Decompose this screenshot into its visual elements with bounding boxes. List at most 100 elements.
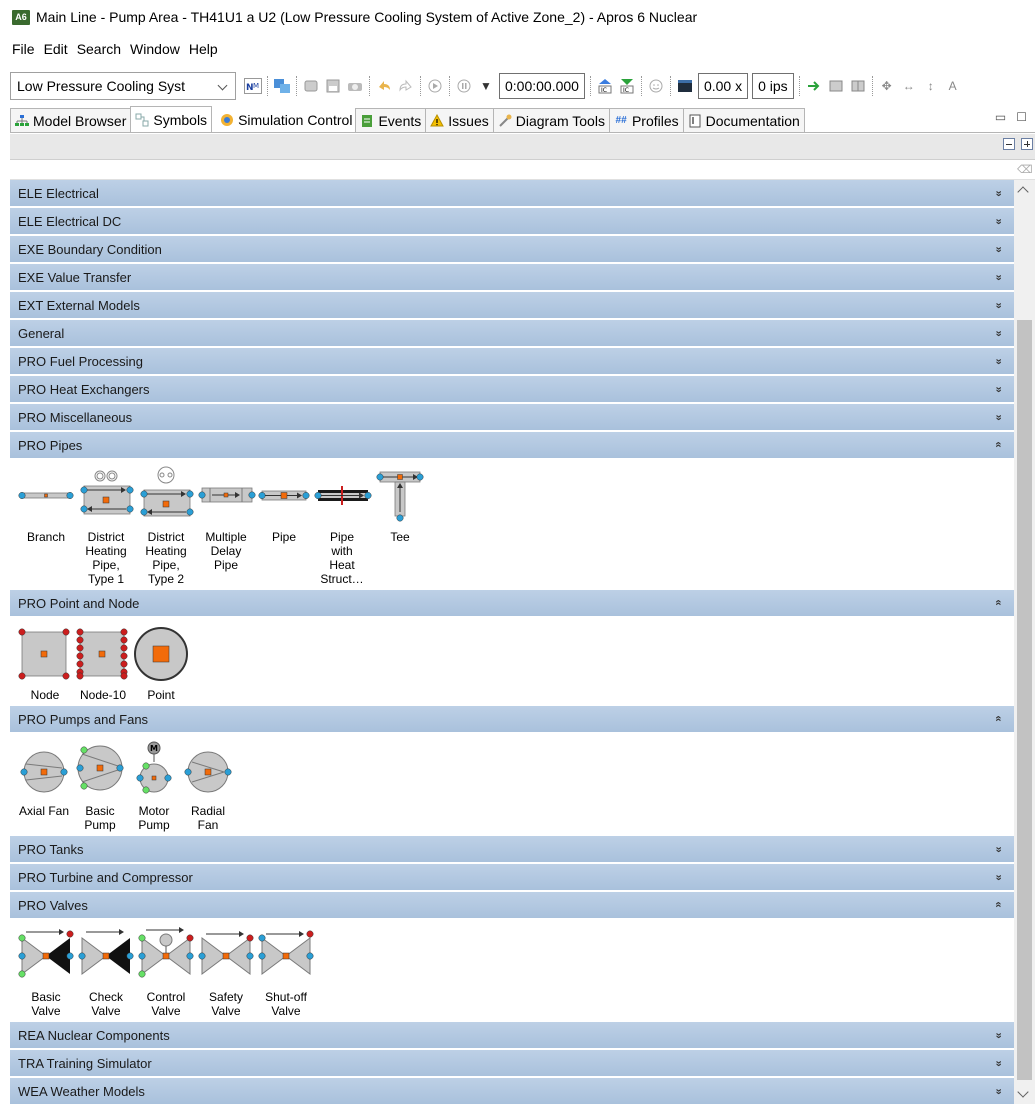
tab-diagram-tools[interactable]: Diagram Tools [492,108,610,132]
category-pro-pipes[interactable]: PRO Pipes [10,432,1014,458]
translate-icon[interactable] [273,77,291,95]
symbol-check-valve[interactable]: Check Valve [76,926,136,1018]
model-combo[interactable]: Low Pressure Cooling Syst [10,72,236,100]
tab-simulation-control[interactable]: Simulation Control [211,108,356,132]
expand-chevron-icon[interactable] [994,843,1004,855]
category-pro-point-and-node[interactable]: PRO Point and Node [10,590,1014,616]
tab-model-browser[interactable]: Model Browser [10,108,132,132]
tab-profiles[interactable]: ## Profiles [608,108,684,132]
maximize-icon[interactable]: ☐ [1016,110,1027,124]
tab-symbols[interactable]: Symbols [130,106,213,132]
symbol-filter-input[interactable]: ⌫ [10,160,1035,180]
export-icon[interactable] [805,77,823,95]
expand-all-icon[interactable] [1021,138,1033,150]
symbol-control-valve[interactable]: Control Valve [136,926,196,1018]
expand-chevron-icon[interactable] [994,327,1004,339]
menu-edit[interactable]: Edit [44,41,68,57]
category-pro-miscellaneous[interactable]: PRO Miscellaneous [10,404,1014,430]
collapse-all-icon[interactable] [1003,138,1015,150]
category-pro-heat-exchangers[interactable]: PRO Heat Exchangers [10,376,1014,402]
expand-chevron-icon[interactable] [994,411,1004,423]
symbol-pipe[interactable]: Pipe [256,466,312,544]
minimize-icon[interactable]: ▭ [995,110,1006,124]
symbol-node[interactable]: Node [16,624,74,702]
expand-chevron-icon[interactable] [994,1085,1004,1097]
expand-chevron-icon[interactable] [994,299,1004,311]
play-icon[interactable] [426,77,444,95]
expand-chevron-icon[interactable] [994,1029,1004,1041]
snapshot-icon[interactable] [346,77,364,95]
symbol-shut-off-valve[interactable]: Shut-off Valve [256,926,316,1018]
ic-load-icon[interactable]: IC [596,77,614,95]
text-icon[interactable]: A [944,77,962,95]
category-ele-electrical[interactable]: ELE Electrical [10,180,1014,206]
collapse-chevron-icon[interactable] [994,899,1004,911]
category-exe-boundary-condition[interactable]: EXE Boundary Condition [10,236,1014,262]
menu-file[interactable]: File [12,41,35,57]
expand-chevron-icon[interactable] [994,187,1004,199]
symbol-safety-valve[interactable]: Safety Valve [196,926,256,1018]
collapse-chevron-icon[interactable] [994,439,1004,451]
dropdown-arrow-icon[interactable]: ▼ [477,77,495,95]
expand-chevron-icon[interactable] [994,355,1004,367]
symbol-district-heating-pipe-type-1[interactable]: District Heating Pipe, Type 1 [76,466,136,586]
category-ext-external-models[interactable]: EXT External Models [10,292,1014,318]
expand-chevron-icon[interactable] [994,383,1004,395]
scroll-up-icon[interactable] [1017,186,1029,198]
undo-icon[interactable] [375,77,393,95]
category-wea-weather-models[interactable]: WEA Weather Models [10,1078,1014,1104]
category-pro-pumps-and-fans[interactable]: PRO Pumps and Fans [10,706,1014,732]
ic-save-icon[interactable]: IC [618,77,636,95]
symbol-district-heating-pipe-type-2[interactable]: District Heating Pipe, Type 2 [136,466,196,586]
category-pro-tanks[interactable]: PRO Tanks [10,836,1014,862]
new-model-icon[interactable]: NM [244,77,262,95]
expand-chevron-icon[interactable] [994,871,1004,883]
symbol-multiple-delay-pipe[interactable]: Multiple Delay Pipe [196,466,256,572]
symbol-pipe-with-heat-struct[interactable]: Pipe with Heat Struct… [312,466,372,586]
console-icon[interactable] [676,77,694,95]
symbol-branch[interactable]: Branch [16,466,76,544]
tab-issues[interactable]: Issues [425,108,494,132]
tab-documentation[interactable]: Documentation [682,108,805,132]
symbol-basic-pump[interactable]: Basic Pump [72,740,128,832]
symbol-basic-valve[interactable]: Basic Valve [16,926,76,1018]
category-general[interactable]: General [10,320,1014,346]
collapse-chevron-icon[interactable] [994,713,1004,725]
smiley-icon[interactable] [647,77,665,95]
menu-help[interactable]: Help [189,41,218,57]
category-pro-valves[interactable]: PRO Valves [10,892,1014,918]
vertical-resize-icon[interactable]: ↕ [922,77,940,95]
symbol-radial-fan[interactable]: Radial Fan [180,740,236,832]
expand-chevron-icon[interactable] [994,1057,1004,1069]
menu-window[interactable]: Window [130,41,180,57]
expand-chevron-icon[interactable] [994,271,1004,283]
expand-chevron-icon[interactable] [994,243,1004,255]
symbol-motor-pump[interactable]: M Motor Pump [128,740,180,832]
save-icon[interactable] [324,77,342,95]
scroll-thumb[interactable] [1017,320,1032,1080]
layout-icon[interactable] [827,77,845,95]
symbol-point[interactable]: Point [132,624,190,702]
category-rea-nuclear-components[interactable]: REA Nuclear Components [10,1022,1014,1048]
database-icon[interactable] [302,77,320,95]
category-tra-training-simulator[interactable]: TRA Training Simulator [10,1050,1014,1076]
category-pro-turbine-and-compressor[interactable]: PRO Turbine and Compressor [10,864,1014,890]
scroll-down-icon[interactable] [1017,1086,1029,1098]
horizontal-resize-icon[interactable]: ↔ [900,77,918,95]
redo-icon[interactable] [397,77,415,95]
move-icon[interactable]: ✥ [878,77,896,95]
clear-filter-icon[interactable]: ⌫ [1017,163,1033,176]
collapse-chevron-icon[interactable] [994,597,1004,609]
symbol-node-10[interactable]: Node-10 [74,624,132,702]
symbol-axial-fan[interactable]: Axial Fan [16,740,72,818]
layout2-icon[interactable] [849,77,867,95]
tab-events[interactable]: Events [355,108,427,132]
category-exe-value-transfer[interactable]: EXE Value Transfer [10,264,1014,290]
palette-scrollbar[interactable] [1014,180,1035,1104]
expand-chevron-icon[interactable] [994,215,1004,227]
pause-icon[interactable] [455,77,473,95]
symbol-tee[interactable]: Tee [372,466,428,544]
category-ele-electrical-dc[interactable]: ELE Electrical DC [10,208,1014,234]
menu-search[interactable]: Search [77,41,121,57]
category-pro-fuel-processing[interactable]: PRO Fuel Processing [10,348,1014,374]
